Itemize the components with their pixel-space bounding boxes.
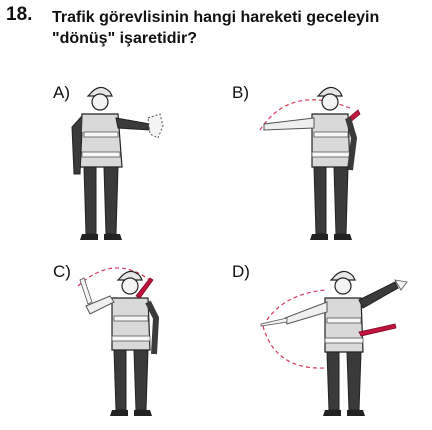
- question-text-line1: Trafik görevlisinin hangi hareketi gecel…: [52, 9, 380, 26]
- question-text-line2: "dönüş" işaretidir?: [52, 30, 197, 47]
- option-a-figure[interactable]: [60, 82, 170, 247]
- option-b-figure[interactable]: [250, 82, 370, 247]
- question-text: Trafik görevlisinin hangi hareketi gecel…: [52, 7, 427, 49]
- option-b-label[interactable]: B): [232, 83, 249, 103]
- option-d-figure[interactable]: [255, 260, 410, 420]
- option-c-figure[interactable]: [70, 258, 170, 423]
- question-number: 18.: [6, 4, 33, 25]
- option-c-label[interactable]: C): [53, 262, 71, 282]
- option-d-label[interactable]: D): [232, 262, 250, 282]
